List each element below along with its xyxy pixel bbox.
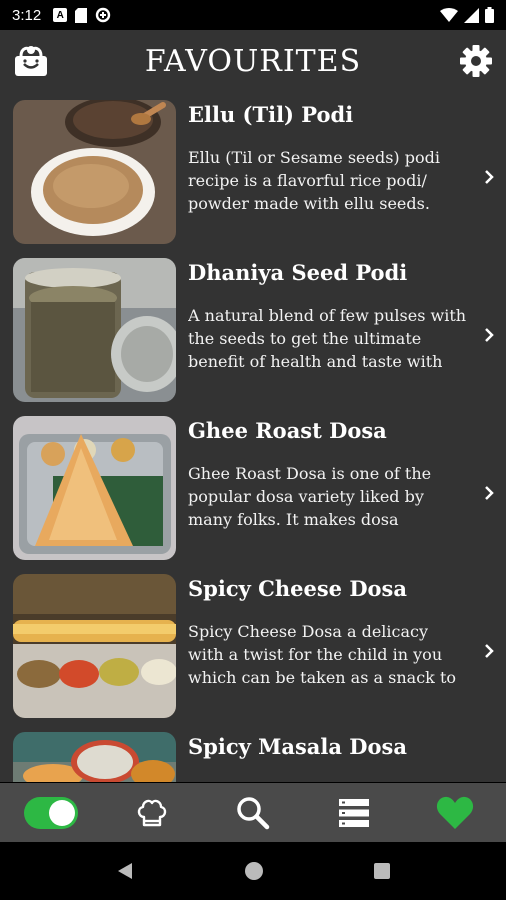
- chevron-right-icon[interactable]: [482, 168, 496, 186]
- back-icon[interactable]: [115, 861, 135, 881]
- wifi-icon: [440, 8, 458, 22]
- recipe-title: Spicy Cheese Dosa: [188, 576, 407, 601]
- system-nav-bar: [0, 842, 506, 900]
- recipe-image: [13, 100, 176, 244]
- nav-favourites[interactable]: [425, 790, 485, 836]
- recipe-image: [13, 416, 176, 560]
- nav-toggle[interactable]: [21, 790, 81, 836]
- recipe-description: Ellu (Til or Sesame seeds) podi recipe i…: [188, 148, 440, 213]
- list-item[interactable]: Ellu (Til) Podi Ellu (Til or Sesame seed…: [0, 92, 506, 249]
- search-icon: [237, 796, 270, 829]
- recipe-image: [13, 258, 176, 402]
- basket-button[interactable]: [12, 42, 50, 80]
- list-icon: [339, 798, 370, 827]
- recipe-image: [13, 732, 176, 782]
- system-status-icons: [440, 7, 494, 23]
- nav-chef[interactable]: [122, 790, 182, 836]
- recents-icon[interactable]: [373, 862, 391, 880]
- recipe-description: [188, 778, 468, 782]
- chevron-right-icon[interactable]: [482, 326, 496, 344]
- toggle-knob: [48, 799, 75, 826]
- data-saver-icon: [96, 7, 111, 23]
- recipe-image: [13, 574, 176, 718]
- nav-search[interactable]: [223, 790, 283, 836]
- signal-icon: [464, 7, 479, 23]
- notification-icons: A: [53, 7, 111, 23]
- app-bar: FAVOURITES: [0, 30, 506, 92]
- status-bar: 3:12 A: [0, 0, 506, 30]
- battery-icon: [485, 7, 494, 23]
- recipe-list[interactable]: Ellu (Til) Podi Ellu (Til or Sesame seed…: [0, 92, 506, 782]
- page-title: FAVOURITES: [144, 43, 362, 79]
- recipe-description: Ghee Roast Dosa is one of the popular do…: [188, 464, 432, 529]
- chevron-right-icon[interactable]: [482, 642, 496, 660]
- a-badge-icon: A: [53, 8, 68, 22]
- list-item[interactable]: Ghee Roast Dosa Ghee Roast Dosa is one o…: [0, 408, 506, 565]
- list-item[interactable]: Dhaniya Seed Podi A natural blend of few…: [0, 250, 506, 407]
- nav-list[interactable]: [324, 790, 384, 836]
- recipe-title: Ghee Roast Dosa: [188, 418, 387, 443]
- status-time: 3:12: [12, 6, 42, 24]
- recipe-title: Spicy Masala Dosa: [188, 734, 407, 759]
- recipe-description: Spicy Cheese Dosa a delicacy with a twis…: [188, 622, 456, 687]
- settings-button[interactable]: [458, 43, 494, 79]
- chef-hat-icon: [137, 799, 166, 826]
- list-item[interactable]: Spicy Masala Dosa: [0, 724, 506, 782]
- sd-card-icon: [75, 7, 88, 23]
- heart-icon: [437, 796, 474, 829]
- recipe-title: Dhaniya Seed Podi: [188, 260, 408, 285]
- bottom-nav: [0, 783, 506, 842]
- recipe-description: A natural blend of few pulses with the s…: [188, 306, 467, 371]
- recipe-title: Ellu (Til) Podi: [188, 102, 354, 127]
- list-item[interactable]: Spicy Cheese Dosa Spicy Cheese Dosa a de…: [0, 566, 506, 723]
- basket-icon: [15, 46, 47, 76]
- chevron-right-icon[interactable]: [482, 484, 496, 502]
- mode-toggle[interactable]: [23, 796, 78, 829]
- home-icon[interactable]: [244, 861, 264, 881]
- gear-icon: [460, 45, 492, 77]
